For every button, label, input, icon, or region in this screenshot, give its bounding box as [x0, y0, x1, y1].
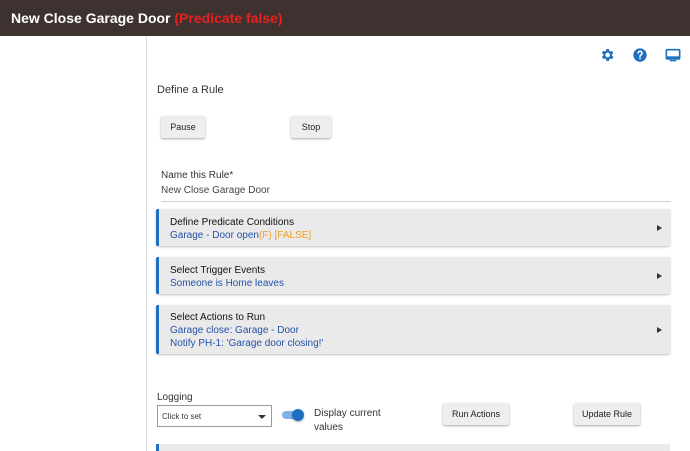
monitor-icon[interactable]: [665, 47, 681, 63]
display-values-label: Display current values: [314, 408, 381, 433]
rule-name-label: Name this Rule*: [161, 170, 234, 181]
expand-arrow-icon: [657, 327, 662, 333]
rule-name-underline: [161, 201, 671, 202]
card-title: Select Trigger Events: [170, 265, 266, 276]
update-rule-button[interactable]: Update Rule: [574, 403, 640, 425]
chevron-down-icon: [258, 415, 266, 419]
gear-icon[interactable]: [599, 47, 615, 63]
trigger-events-card[interactable]: Select Trigger Events Someone is Home le…: [156, 257, 670, 294]
stop-button[interactable]: Stop: [291, 116, 331, 138]
logging-label: Logging: [157, 392, 193, 403]
app-header: New Close Garage Door (Predicate false): [0, 0, 690, 36]
predicate-condition-text: Garage - Door open: [170, 230, 259, 241]
run-actions-button[interactable]: Run Actions: [443, 403, 509, 425]
card-title: Select Actions to Run: [170, 312, 266, 323]
sidebar: [0, 36, 147, 451]
help-icon[interactable]: [632, 47, 648, 63]
actions-card[interactable]: Select Actions to Run Garage close: Gara…: [156, 305, 670, 354]
toggle-knob: [292, 409, 304, 421]
logging-select-value: Click to set: [162, 412, 202, 421]
card-title: Define Predicate Conditions: [170, 217, 294, 228]
pause-button[interactable]: Pause: [161, 116, 205, 138]
predicate-status: (Predicate false): [174, 10, 283, 26]
predicate-state: (F) [FALSE]: [258, 230, 312, 241]
display-values-toggle[interactable]: [282, 409, 304, 421]
expand-arrow-icon: [657, 225, 662, 231]
predicate-conditions-card[interactable]: Define Predicate Conditions Garage - Doo…: [156, 209, 670, 246]
section-title: Define a Rule: [157, 84, 224, 96]
action-line: Garage close: Garage - Door: [170, 325, 299, 336]
action-line: Notify PH-1: 'Garage door closing!': [170, 338, 324, 349]
trigger-event: Someone is Home leaves: [170, 278, 284, 289]
predicate-condition: Garage - Door open(F) [FALSE]: [170, 230, 311, 241]
rule-title: New Close Garage Door: [11, 10, 171, 26]
next-card-partial: [156, 444, 670, 451]
expand-arrow-icon: [657, 273, 662, 279]
rule-name-input[interactable]: New Close Garage Door: [161, 185, 270, 196]
logging-select[interactable]: Click to set: [157, 405, 272, 427]
main-content: Define a Rule Pause Stop Name this Rule*…: [148, 36, 690, 451]
page-title: New Close Garage Door (Predicate false): [11, 10, 283, 26]
